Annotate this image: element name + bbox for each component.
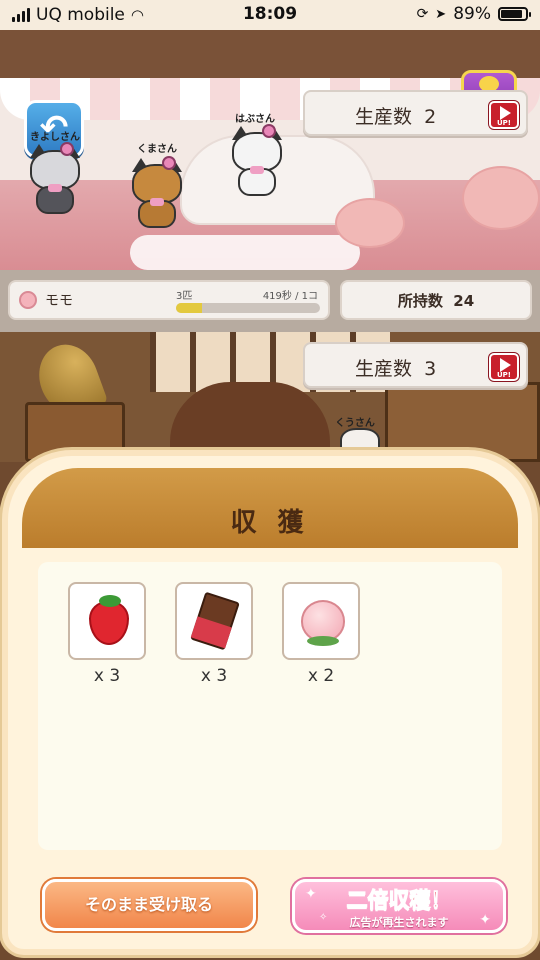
strawberry-icon [89, 595, 129, 645]
cat-name: くうさん [335, 418, 375, 429]
production-up-button[interactable]: UP! [489, 101, 519, 129]
harvest-items-area: x 3 x 3 x 2 [38, 562, 502, 850]
harvest-dialog: 収 獲 x 3 x 3 x 2 そのまま受け取る ✦ ✦ ✧ 二倍収穫！ 広告が… [2, 450, 538, 955]
production-up-button[interactable]: UP! [489, 353, 519, 381]
cat-name: きよしさん [30, 132, 80, 143]
pillow-decoration [462, 166, 540, 230]
stock-panel: 所持数 24 [340, 280, 532, 320]
status-bar: UQ mobile ◠ 18:09 ⟳ ➤ 89% [0, 0, 540, 30]
production-panel-top: 生産数 2 UP! [303, 90, 528, 136]
rotation-lock-icon: ⟳ [416, 6, 429, 22]
harvest-item-slot[interactable] [68, 582, 146, 660]
play-icon [500, 358, 511, 372]
up-label: UP! [496, 371, 511, 379]
double-harvest-label: 二倍収穫！ [346, 888, 452, 913]
item-name: モモ [45, 293, 73, 309]
production-label: 生産数 [355, 358, 413, 380]
sparkle-icon: ✦ [305, 886, 317, 902]
status-right: ⟳ ➤ 89% [416, 4, 531, 24]
peach-icon [301, 600, 345, 646]
sparkle-icon: ✦ [479, 912, 491, 928]
harvest-item-qty: x 2 [307, 666, 335, 686]
double-harvest-button[interactable]: ✦ ✦ ✧ 二倍収穫！ 広告が再生されます [292, 879, 506, 933]
harvest-item-slot[interactable] [175, 582, 253, 660]
battery-percent: 89% [453, 4, 491, 24]
bottom-room-scene[interactable]: くうさん 生産数 3 UP! [0, 332, 540, 462]
harvest-item-qty: x 3 [93, 666, 121, 686]
up-label: UP! [496, 119, 511, 127]
sparkle-icon: ✧ [319, 912, 328, 923]
production-time: 419秒 / 1コ [262, 291, 318, 302]
stock-label: 所持数 [397, 292, 443, 310]
cat-count: 3匹 [176, 291, 193, 302]
chocolate-icon [190, 591, 240, 651]
peach-icon [19, 291, 37, 309]
stock-value: 24 [453, 292, 475, 310]
receive-as-is-button[interactable]: そのまま受け取る [42, 879, 256, 931]
play-icon [500, 106, 511, 120]
production-value: 2 [424, 106, 437, 128]
dialog-title: 収 獲 [230, 508, 310, 538]
harvest-item-slot[interactable] [282, 582, 360, 660]
cat-character[interactable] [128, 156, 186, 228]
cat-character[interactable] [26, 142, 84, 214]
production-progress-bar [176, 303, 320, 313]
item-panel[interactable]: モモ 3匹 419秒 / 1コ [8, 280, 330, 320]
production-value: 3 [424, 358, 437, 380]
battery-icon [498, 7, 531, 21]
pillow-decoration [335, 198, 405, 248]
cat-name: はぶさん [235, 114, 275, 125]
dialog-header: 収 獲 [22, 468, 518, 548]
info-bar: モモ 3匹 419秒 / 1コ 所持数 24 [0, 270, 540, 332]
cat-name: くまさん [137, 144, 177, 155]
location-icon: ➤ [435, 6, 447, 22]
harvest-item-qty: x 3 [200, 666, 228, 686]
top-room-scene[interactable]: ↶ 調達 生産数 2 UP! きよしさん くまさん はぶさん [0, 30, 540, 270]
production-label: 生産数 [355, 106, 413, 128]
production-panel-bottom: 生産数 3 UP! [303, 342, 528, 388]
cat-character[interactable] [228, 124, 286, 196]
rug-decoration [130, 235, 360, 270]
